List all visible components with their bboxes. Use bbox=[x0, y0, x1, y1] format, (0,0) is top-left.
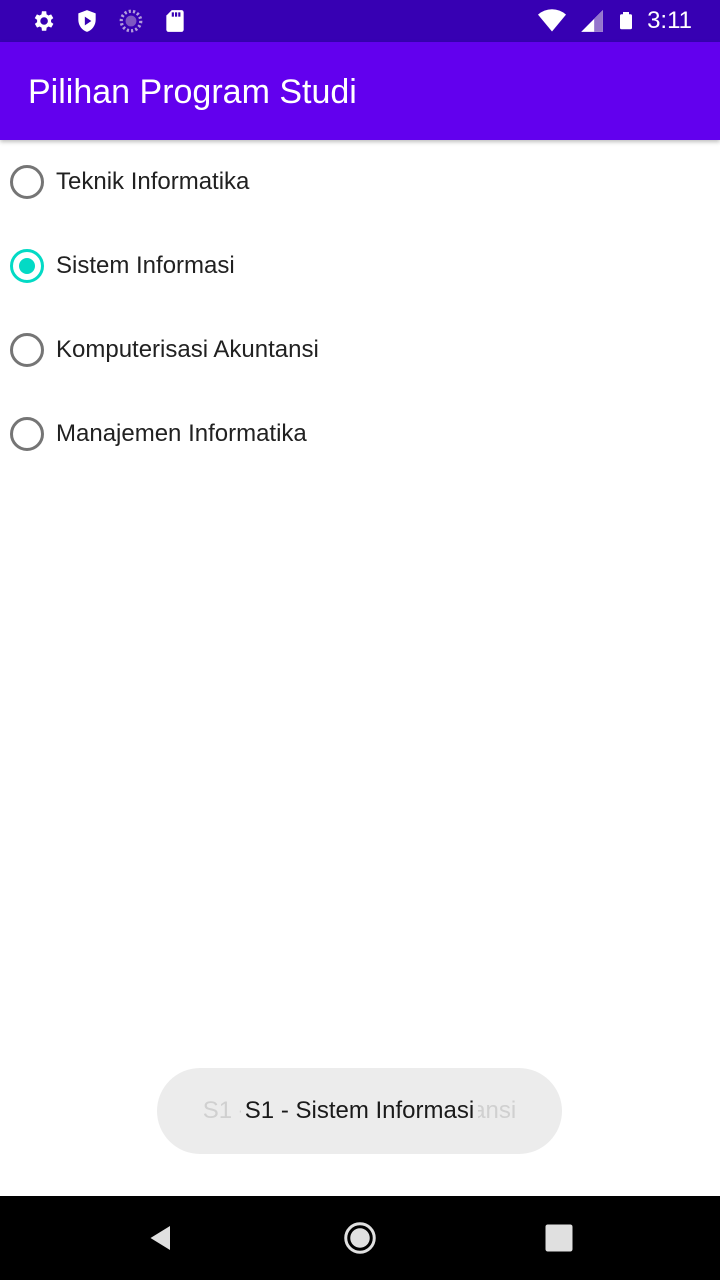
radio-option-komputerisasi-akuntansi[interactable]: Komputerisasi Akuntansi bbox=[0, 308, 720, 392]
back-icon[interactable] bbox=[143, 1220, 179, 1256]
signal-icon bbox=[581, 10, 603, 32]
toast-current-text: S1 - Sistem Informasi bbox=[240, 1097, 479, 1124]
radio-option-manajemen-informatika[interactable]: Manajemen Informatika bbox=[0, 392, 720, 476]
radio-label: Teknik Informatika bbox=[56, 168, 250, 195]
radio-button-unchecked[interactable] bbox=[10, 417, 44, 451]
sd-card-icon bbox=[166, 10, 184, 32]
radio-option-teknik-informatika[interactable]: Teknik Informatika bbox=[0, 140, 720, 224]
status-time: 3:11 bbox=[647, 7, 692, 34]
status-bar: 3:11 bbox=[0, 0, 720, 42]
radio-label: Manajemen Informatika bbox=[56, 420, 307, 447]
home-icon[interactable] bbox=[342, 1220, 378, 1256]
shield-icon bbox=[78, 10, 96, 32]
page-title: Pilihan Program Studi bbox=[28, 73, 357, 111]
battery-icon bbox=[620, 12, 633, 30]
radio-label: Sistem Informasi bbox=[56, 252, 235, 279]
toast-text: S1 - Sistem Informasi bbox=[157, 1097, 562, 1125]
navigation-bar bbox=[0, 1196, 720, 1280]
radio-button-unchecked[interactable] bbox=[10, 333, 44, 367]
sync-icon bbox=[119, 9, 143, 33]
radio-label: Komputerisasi Akuntansi bbox=[56, 336, 319, 363]
program-radio-group: Teknik Informatika Sistem Informasi Komp… bbox=[0, 140, 720, 476]
gear-icon bbox=[34, 11, 54, 31]
wifi-icon bbox=[538, 9, 567, 32]
radio-button-checked[interactable] bbox=[10, 249, 44, 283]
toast-message: S1 - Komputerisasi Akuntansi S1 - Sistem… bbox=[157, 1068, 562, 1154]
radio-button-unchecked[interactable] bbox=[10, 165, 44, 199]
recents-icon[interactable] bbox=[541, 1220, 577, 1256]
radio-option-sistem-informasi[interactable]: Sistem Informasi bbox=[0, 224, 720, 308]
app-bar: Pilihan Program Studi bbox=[0, 42, 720, 140]
